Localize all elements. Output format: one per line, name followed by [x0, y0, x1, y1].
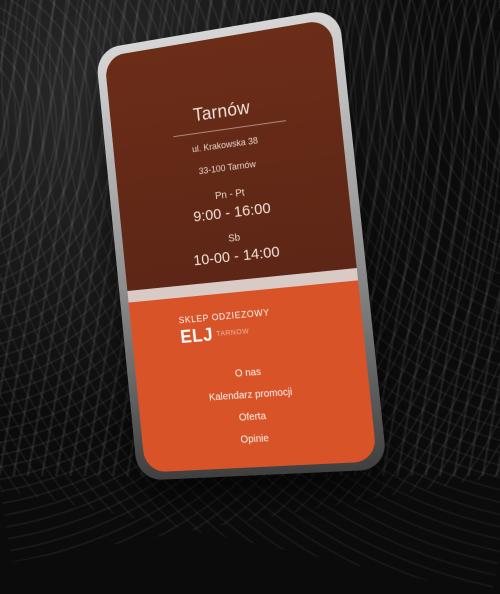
store-info-section: Tarnów ul. Krakowska 38 33-100 Tarnów Pn… [104, 19, 356, 291]
brand-tagline: SKLEP ODZIEZOWY [178, 307, 270, 325]
phone-screen: Tarnów ul. Krakowska 38 33-100 Tarnów Pn… [104, 19, 377, 473]
brand-and-menu-section: SKLEP ODZIEZOWY ELJ TARNOW O nas Kalenda… [129, 280, 378, 472]
footer-menu: O nas Kalendarz promocji Oferta Opinie [135, 355, 375, 456]
phone-mockup: Tarnów ul. Krakowska 38 33-100 Tarnów Pn… [95, 8, 387, 481]
brand-logo-text: ELJ [179, 324, 214, 348]
brand-location: TARNOW [216, 328, 250, 338]
